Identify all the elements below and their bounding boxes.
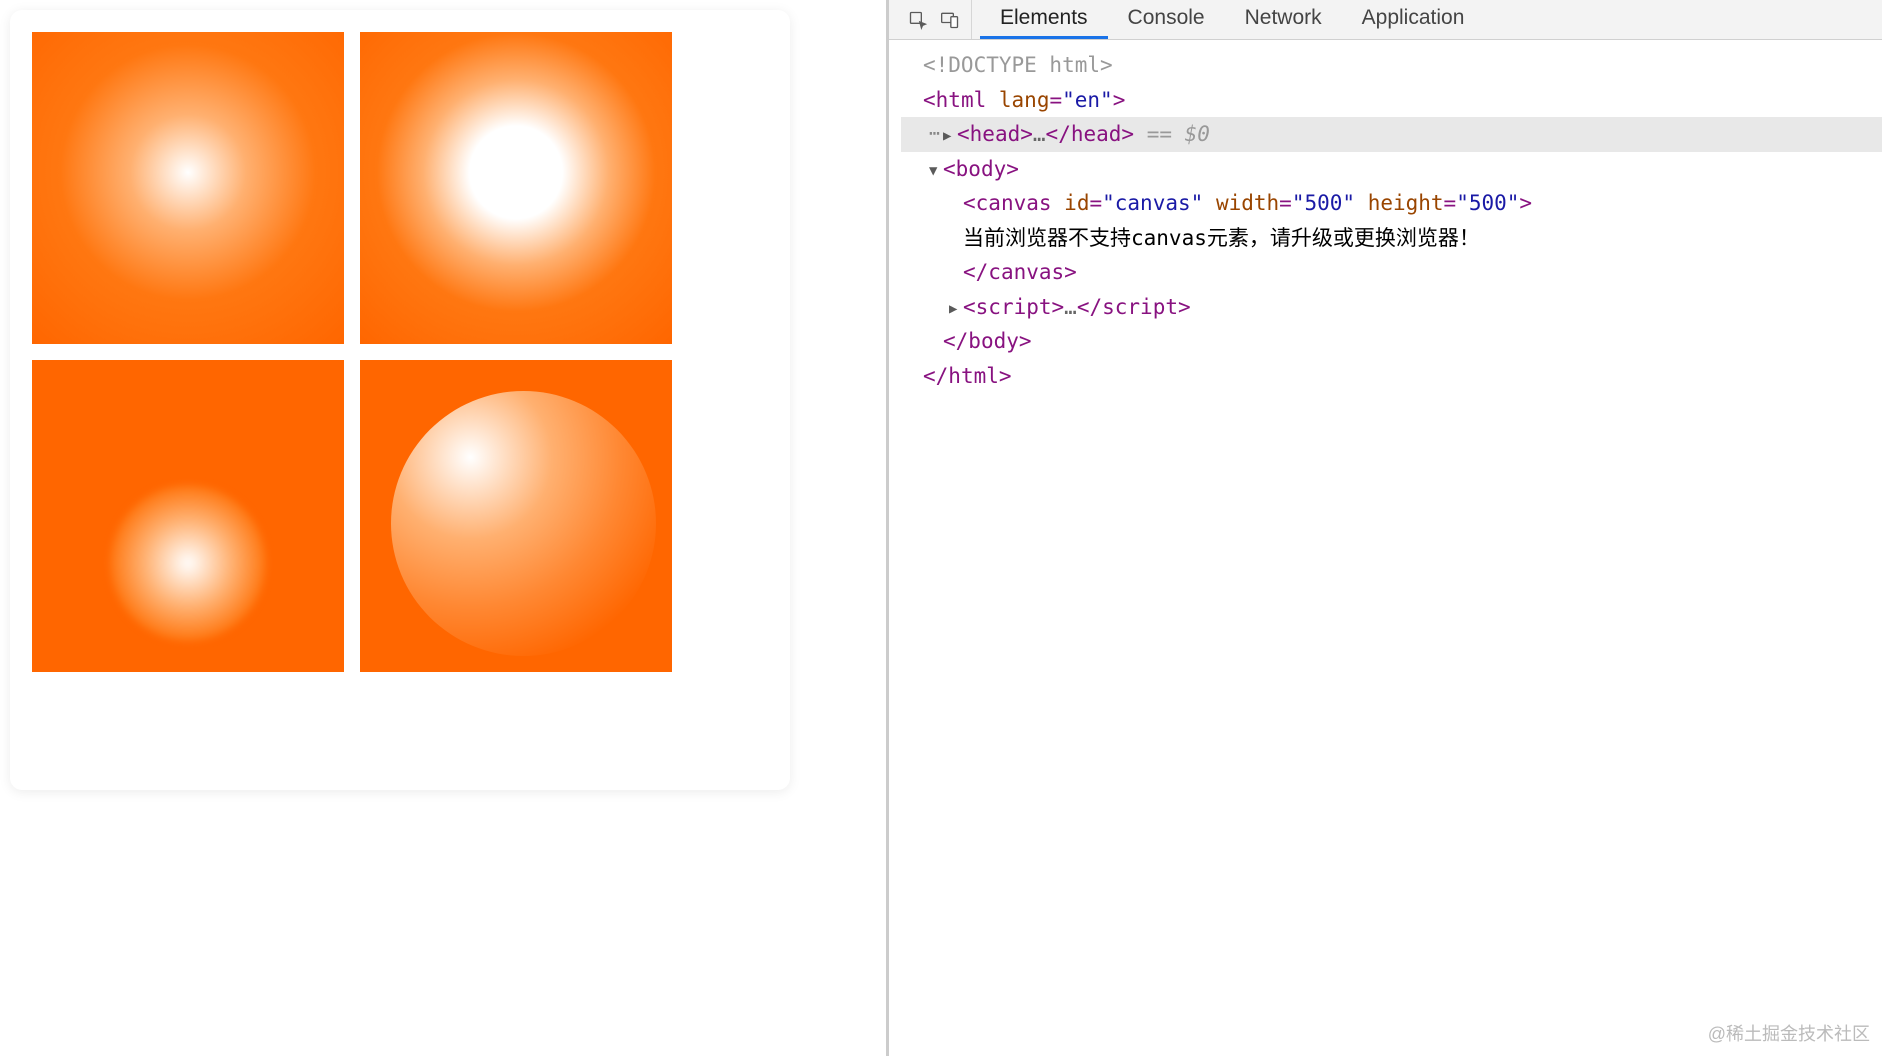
dom-canvas-open-line[interactable]: <canvas id="canvas" width="500" height="… <box>901 186 1882 221</box>
gradient-tile-4 <box>360 360 672 672</box>
device-toolbar-icon[interactable] <box>939 9 961 31</box>
tab-network[interactable]: Network <box>1225 0 1342 39</box>
tab-application[interactable]: Application <box>1342 0 1485 39</box>
rendered-page-pane <box>0 0 886 1056</box>
gradient-tile-3 <box>32 360 344 672</box>
dom-head-line[interactable]: ⋯<head>…</head> == $0 <box>901 117 1882 152</box>
dom-tree[interactable]: <!DOCTYPE html> <html lang="en"> ⋯<head>… <box>889 40 1882 1056</box>
inspect-element-icon[interactable] <box>907 9 929 31</box>
canvas-card <box>10 10 790 790</box>
dom-body-close-line[interactable]: </body> <box>901 324 1882 359</box>
dom-canvas-text-line[interactable]: 当前浏览器不支持canvas元素，请升级或更换浏览器！ <box>901 221 1882 256</box>
devtools-tab-bar: Elements Console Network Application <box>889 0 1882 40</box>
gradient-tile-2 <box>360 32 672 344</box>
tab-console[interactable]: Console <box>1108 0 1225 39</box>
canvas-output-grid <box>32 32 672 672</box>
dom-doctype-line[interactable]: <!DOCTYPE html> <box>901 48 1882 83</box>
dom-html-close-line[interactable]: </html> <box>901 359 1882 394</box>
dom-script-line[interactable]: <script>…</script> <box>901 290 1882 325</box>
dom-body-open-line[interactable]: <body> <box>901 152 1882 187</box>
dom-canvas-close-line[interactable]: </canvas> <box>901 255 1882 290</box>
tab-elements[interactable]: Elements <box>980 0 1108 39</box>
devtools-tool-icons <box>897 0 972 39</box>
gradient-tile-1 <box>32 32 344 344</box>
devtools-pane: Elements Console Network Application <!D… <box>889 0 1882 1056</box>
dom-html-open-line[interactable]: <html lang="en"> <box>901 83 1882 118</box>
watermark-text: @稀土掘金技术社区 <box>1708 1020 1870 1046</box>
